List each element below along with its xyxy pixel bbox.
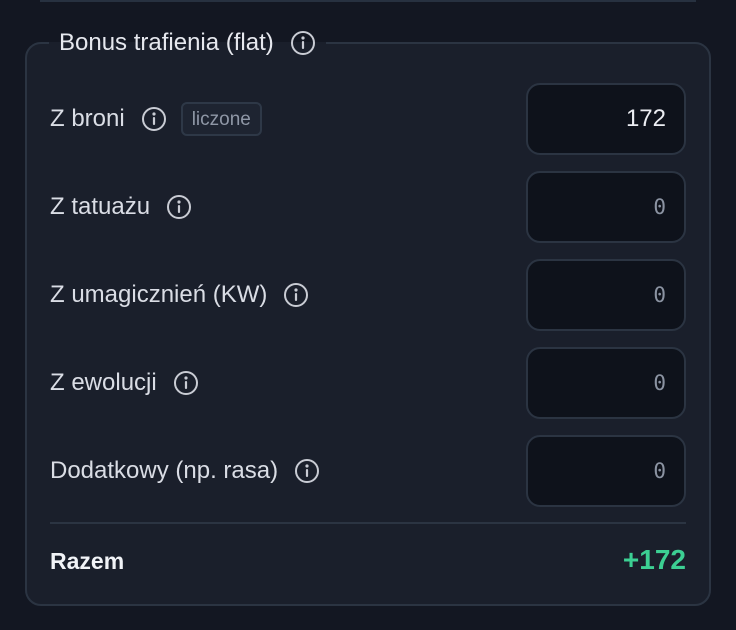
- total-label: Razem: [50, 548, 125, 574]
- row-label: Dodatkowy (np. rasa): [50, 457, 279, 484]
- computed-badge: liczone: [180, 102, 262, 136]
- row-additional: Dodatkowy (np. rasa): [50, 435, 686, 507]
- evolution-bonus-input[interactable]: [526, 347, 686, 419]
- additional-bonus-input[interactable]: [526, 435, 686, 507]
- weapon-bonus-input[interactable]: [526, 83, 686, 155]
- enchant-bonus-input[interactable]: [526, 259, 686, 331]
- info-icon[interactable]: [166, 194, 192, 220]
- panel-legend: Bonus trafienia (flat): [49, 29, 326, 57]
- row-enchant: Z umagicznień (KW): [50, 259, 686, 331]
- row-label: Z tatuażu: [50, 193, 151, 220]
- top-divider: [40, 0, 696, 2]
- total-divider: [50, 522, 686, 524]
- panel-title: Bonus trafienia (flat): [59, 29, 274, 56]
- total-value: +172: [622, 544, 686, 575]
- tattoo-bonus-input[interactable]: [526, 171, 686, 243]
- row-tattoo: Z tatuażu: [50, 171, 686, 243]
- info-icon[interactable]: [290, 30, 316, 56]
- row-weapon: Z broni liczone: [50, 83, 686, 155]
- info-icon[interactable]: [283, 282, 309, 308]
- row-label: Z ewolucji: [50, 369, 157, 396]
- info-icon[interactable]: [173, 370, 199, 396]
- row-label: Z broni: [50, 105, 125, 132]
- row-label: Z umagicznień (KW): [50, 281, 268, 308]
- row-evolution: Z ewolucji: [50, 347, 686, 419]
- info-icon[interactable]: [141, 106, 167, 132]
- info-icon[interactable]: [294, 458, 320, 484]
